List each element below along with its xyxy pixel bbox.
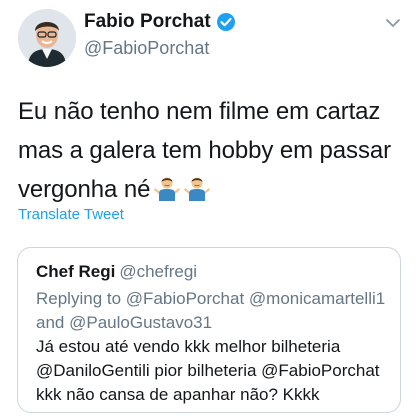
quoted-tweet-card[interactable]: Chef Regi @chefregi Replying to @FabioPor… [17, 247, 401, 413]
man-shrugging-emoji-icon [154, 174, 181, 213]
mention-link[interactable]: @FabioPorchat [126, 289, 244, 308]
replying-to-prefix: Replying to [36, 289, 122, 308]
verified-badge-icon [216, 12, 236, 32]
quoted-body-line: kkk não cansa de apanhar não? Kkkk [36, 385, 320, 404]
author-handle[interactable]: @FabioPorchat [84, 38, 209, 59]
replying-to-line: and @PauloGustavo31 [36, 311, 396, 335]
tweet-text-line: mas a galera tem hobby em passar [18, 137, 391, 164]
man-shrugging-emoji-icon [184, 174, 211, 213]
tweet-text-line: Eu não tenho nem filme em cartaz [18, 98, 381, 125]
mention-link[interactable]: @PauloGustavo31 [69, 313, 212, 332]
quoted-body-line: Já estou até vendo kkk melhor bilheteria [36, 337, 341, 356]
quoted-author-handle[interactable]: @chefregi [119, 262, 197, 281]
quoted-author-name[interactable]: Chef Regi [36, 262, 115, 281]
mention-link[interactable]: @monicamartelli1 [249, 289, 385, 308]
replying-to: Replying to @FabioPorchat @monicamartell… [36, 287, 396, 335]
quoted-body-line: @DaniloGentili pior bilheteria @FabioPor… [36, 361, 380, 380]
quoted-tweet-body: Já estou até vendo kkk melhor bilheteria… [36, 335, 396, 407]
tweet-text: Eu não tenho nem filme em cartaz mas a g… [18, 92, 408, 213]
replying-to-line: Replying to @FabioPorchat @monicamartell… [36, 287, 396, 311]
translate-tweet-link[interactable]: Translate Tweet [18, 206, 124, 223]
chevron-down-icon[interactable] [385, 16, 401, 28]
author-display-name[interactable]: Fabio Porchat [84, 11, 211, 33]
avatar[interactable] [18, 9, 76, 67]
quoted-tweet-header: Chef Regi @chefregi [36, 262, 197, 282]
author-name-row[interactable]: Fabio Porchat [84, 11, 236, 33]
replying-to-and: and [36, 313, 65, 332]
tweet-text-line: vergonha né [18, 176, 151, 203]
